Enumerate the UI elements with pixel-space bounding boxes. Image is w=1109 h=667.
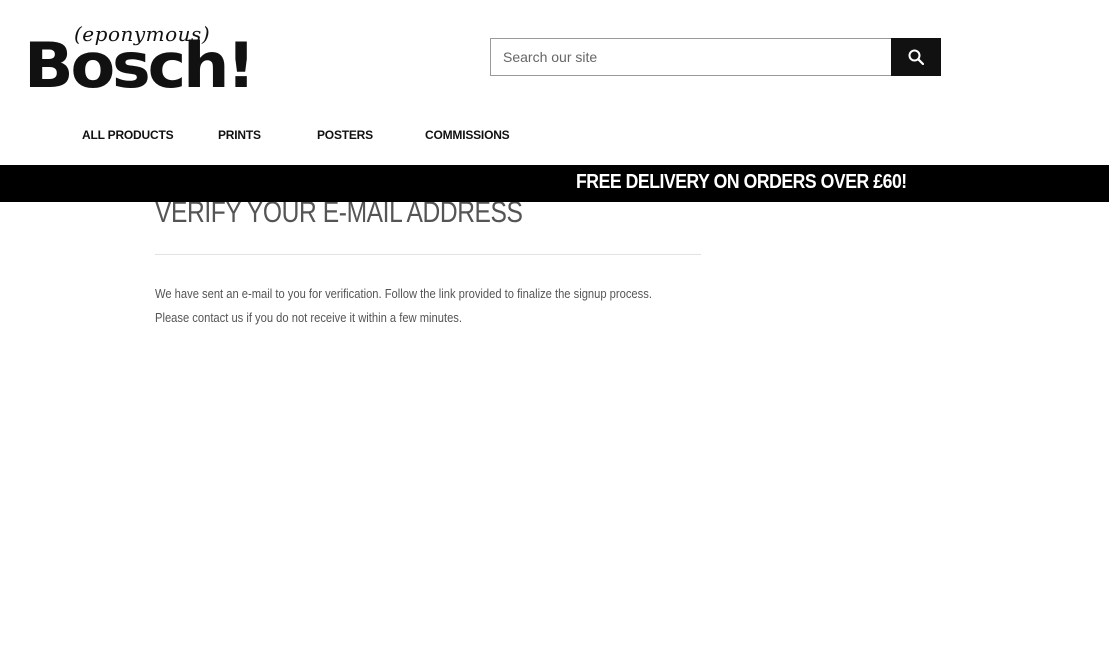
verification-message: We have sent an e-mail to you for verifi… — [155, 282, 688, 330]
search-button[interactable] — [891, 38, 941, 76]
promo-banner-text: FREE DELIVERY ON ORDERS OVER £60! — [576, 171, 907, 193]
nav-item-prints[interactable]: PRINTS — [218, 128, 261, 142]
verification-message-line-1: We have sent an e-mail to you for verifi… — [155, 286, 652, 301]
verification-message-line-2: Please contact us if you do not receive … — [155, 310, 462, 325]
search-bar — [490, 38, 941, 76]
nav-item-commissions[interactable]: COMMISSIONS — [425, 128, 510, 142]
search-icon — [908, 49, 924, 65]
search-input[interactable] — [490, 38, 891, 76]
nav-item-all-products[interactable]: ALL PRODUCTS — [82, 128, 174, 142]
logo-main-text: Bosch! — [24, 29, 256, 102]
title-divider — [155, 254, 701, 255]
site-logo[interactable]: (eponymous) Bosch! — [24, 22, 256, 97]
promo-banner: FREE DELIVERY ON ORDERS OVER £60! — [0, 165, 1109, 202]
nav-item-posters[interactable]: POSTERS — [317, 128, 373, 142]
